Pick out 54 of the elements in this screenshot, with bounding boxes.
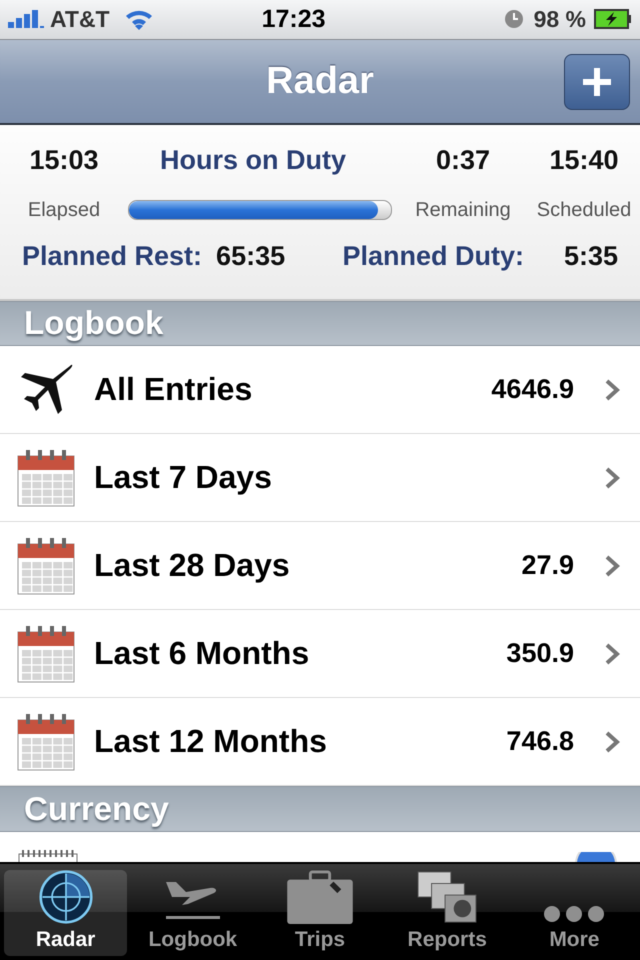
tab-bar-item[interactable]: Radar: [4, 870, 128, 956]
chevron-icon: [604, 642, 620, 666]
tab-bar-item[interactable]: More: [512, 870, 636, 956]
elapsed-time: 15:03: [29, 144, 99, 176]
suitcase-icon: [284, 870, 356, 924]
row-value: 746.8: [506, 726, 574, 758]
planned-rest-value: 65:35: [216, 240, 286, 272]
calendar-icon: [16, 448, 76, 508]
chevron-icon: [604, 554, 620, 578]
chevron-icon: [604, 730, 620, 754]
planned-duty-value: 5:35: [564, 240, 618, 272]
tab-bar-item[interactable]: Reports: [386, 870, 509, 956]
row-value: 4646.9: [491, 374, 574, 406]
plus-icon: [583, 68, 611, 96]
logbook-row[interactable]: All Entries 4646.9: [0, 346, 640, 434]
row-label: All Entries: [94, 371, 254, 408]
notebook-icon: [18, 850, 78, 862]
logbook-row[interactable]: Last 28 Days 27.9: [0, 522, 640, 610]
calendar-icon: [16, 712, 76, 772]
row-label: Last 7 Days: [94, 459, 273, 496]
row-value: 350.9: [506, 638, 574, 670]
row-value: 27.9: [521, 550, 574, 582]
planned-duty-label: Planned Duty:: [342, 240, 524, 272]
more-icon: [543, 904, 606, 924]
tab-bar-item[interactable]: Trips: [258, 870, 382, 956]
row-label: Last 6 Months: [94, 635, 310, 672]
calendar-icon: [16, 536, 76, 596]
chevron-icon: [604, 466, 620, 490]
reports-icon: [415, 870, 480, 924]
section-title: Logbook: [24, 304, 164, 342]
planned-rest-label: Planned Rest:: [22, 240, 202, 272]
status-time: 17:23: [260, 4, 327, 34]
scheduled-label: Scheduled: [536, 198, 632, 222]
battery-percent: 98 %: [534, 6, 586, 33]
battery-icon: [594, 9, 632, 30]
nav-title: Radar: [266, 60, 374, 104]
logbook-row[interactable]: Last 7 Days: [0, 434, 640, 522]
row-label: Last 12 Months: [94, 723, 328, 760]
calendar-icon: [16, 624, 76, 684]
logbook-row[interactable]: Last 6 Months 350.9: [0, 610, 640, 698]
signal-icon: [8, 10, 44, 28]
row-label: Last 28 Days: [94, 547, 291, 584]
remaining-time: 0:37: [436, 144, 490, 176]
remaining-label: Remaining: [415, 198, 511, 222]
duty-heading: Hours on Duty: [160, 144, 346, 176]
elapsed-label: Elapsed: [28, 198, 100, 222]
chevron-icon: [604, 378, 620, 402]
tab-bar-item[interactable]: Logbook: [131, 870, 254, 956]
carrier-name: AT&T: [50, 6, 110, 33]
wifi-icon: [124, 8, 154, 30]
add-button[interactable]: [564, 54, 630, 110]
scheduled-time: 15:40: [549, 144, 619, 176]
section-title: Currency: [24, 790, 169, 828]
clock-icon: [504, 9, 524, 30]
